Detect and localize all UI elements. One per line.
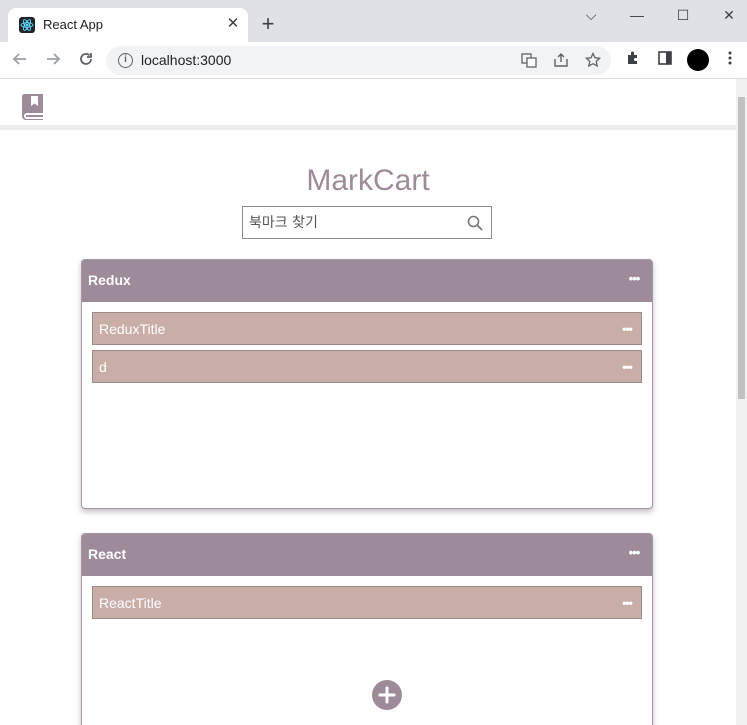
bookmark-item[interactable]: ReduxTitle ••• <box>92 312 642 345</box>
page-viewport: MarkCart Redux ••• ReduxTitle ••• d ••• … <box>0 79 736 725</box>
browser-chrome: React App ✕ + ⌵ — ☐ ✕ i localhost:3000 <box>0 0 747 79</box>
more-menu-icon[interactable] <box>720 50 740 70</box>
translate-icon[interactable] <box>520 52 538 70</box>
extensions-puzzle-icon[interactable] <box>623 50 643 70</box>
url-text: localhost:3000 <box>141 52 232 68</box>
app-header <box>0 79 736 130</box>
bookmark-more-icon[interactable]: ••• <box>619 360 635 374</box>
category-card: React ••• ReactTitle ••• <box>81 533 653 725</box>
forward-arrow-icon[interactable] <box>42 50 64 72</box>
bookmark-title: d <box>99 359 107 375</box>
close-window-button[interactable]: ✕ <box>717 6 741 24</box>
maximize-button[interactable]: ☐ <box>671 6 695 24</box>
category-title: React <box>88 546 127 562</box>
minimize-button[interactable]: — <box>625 6 649 24</box>
category-card: Redux ••• ReduxTitle ••• d ••• <box>81 259 653 509</box>
reload-icon[interactable] <box>75 50 97 72</box>
category-title: Redux <box>88 272 131 288</box>
category-header: React ••• <box>82 534 652 576</box>
bookmark-more-icon[interactable]: ••• <box>619 596 635 610</box>
site-info-icon[interactable]: i <box>118 53 133 68</box>
bookmark-title: ReactTitle <box>99 595 162 611</box>
add-bookmark-button[interactable] <box>372 680 402 710</box>
search-input[interactable] <box>249 213 459 233</box>
tab-search-icon[interactable]: ⌵ <box>579 6 603 24</box>
back-arrow-icon[interactable] <box>9 50 31 72</box>
profile-avatar[interactable] <box>687 49 709 71</box>
search-box <box>242 206 492 239</box>
address-bar[interactable]: i localhost:3000 <box>106 46 611 75</box>
search-icon[interactable] <box>466 214 484 232</box>
bookmark-title: ReduxTitle <box>99 321 166 337</box>
tab-title: React App <box>43 17 103 32</box>
bookmark-more-icon[interactable]: ••• <box>619 322 635 336</box>
star-bookmark-icon[interactable] <box>584 51 602 70</box>
react-favicon-icon <box>19 17 35 33</box>
bookmark-item[interactable]: d ••• <box>92 350 642 383</box>
tab-strip: React App ✕ + ⌵ — ☐ ✕ <box>0 0 747 42</box>
bookmark-book-icon[interactable] <box>20 92 46 120</box>
category-more-icon[interactable]: ••• <box>626 272 642 286</box>
category-more-icon[interactable]: ••• <box>626 546 642 560</box>
share-icon[interactable] <box>552 52 570 70</box>
category-header: Redux ••• <box>82 260 652 302</box>
plus-icon <box>378 686 396 704</box>
new-tab-button[interactable]: + <box>258 13 278 35</box>
browser-tab[interactable]: React App ✕ <box>8 8 248 42</box>
side-panel-icon[interactable] <box>655 50 675 70</box>
bookmark-item[interactable]: ReactTitle ••• <box>92 586 642 619</box>
scrollbar-thumb[interactable] <box>738 97 745 399</box>
page-scrollbar[interactable] <box>736 79 747 725</box>
app-title: MarkCart <box>306 164 430 197</box>
tab-close-icon[interactable]: ✕ <box>224 15 242 33</box>
